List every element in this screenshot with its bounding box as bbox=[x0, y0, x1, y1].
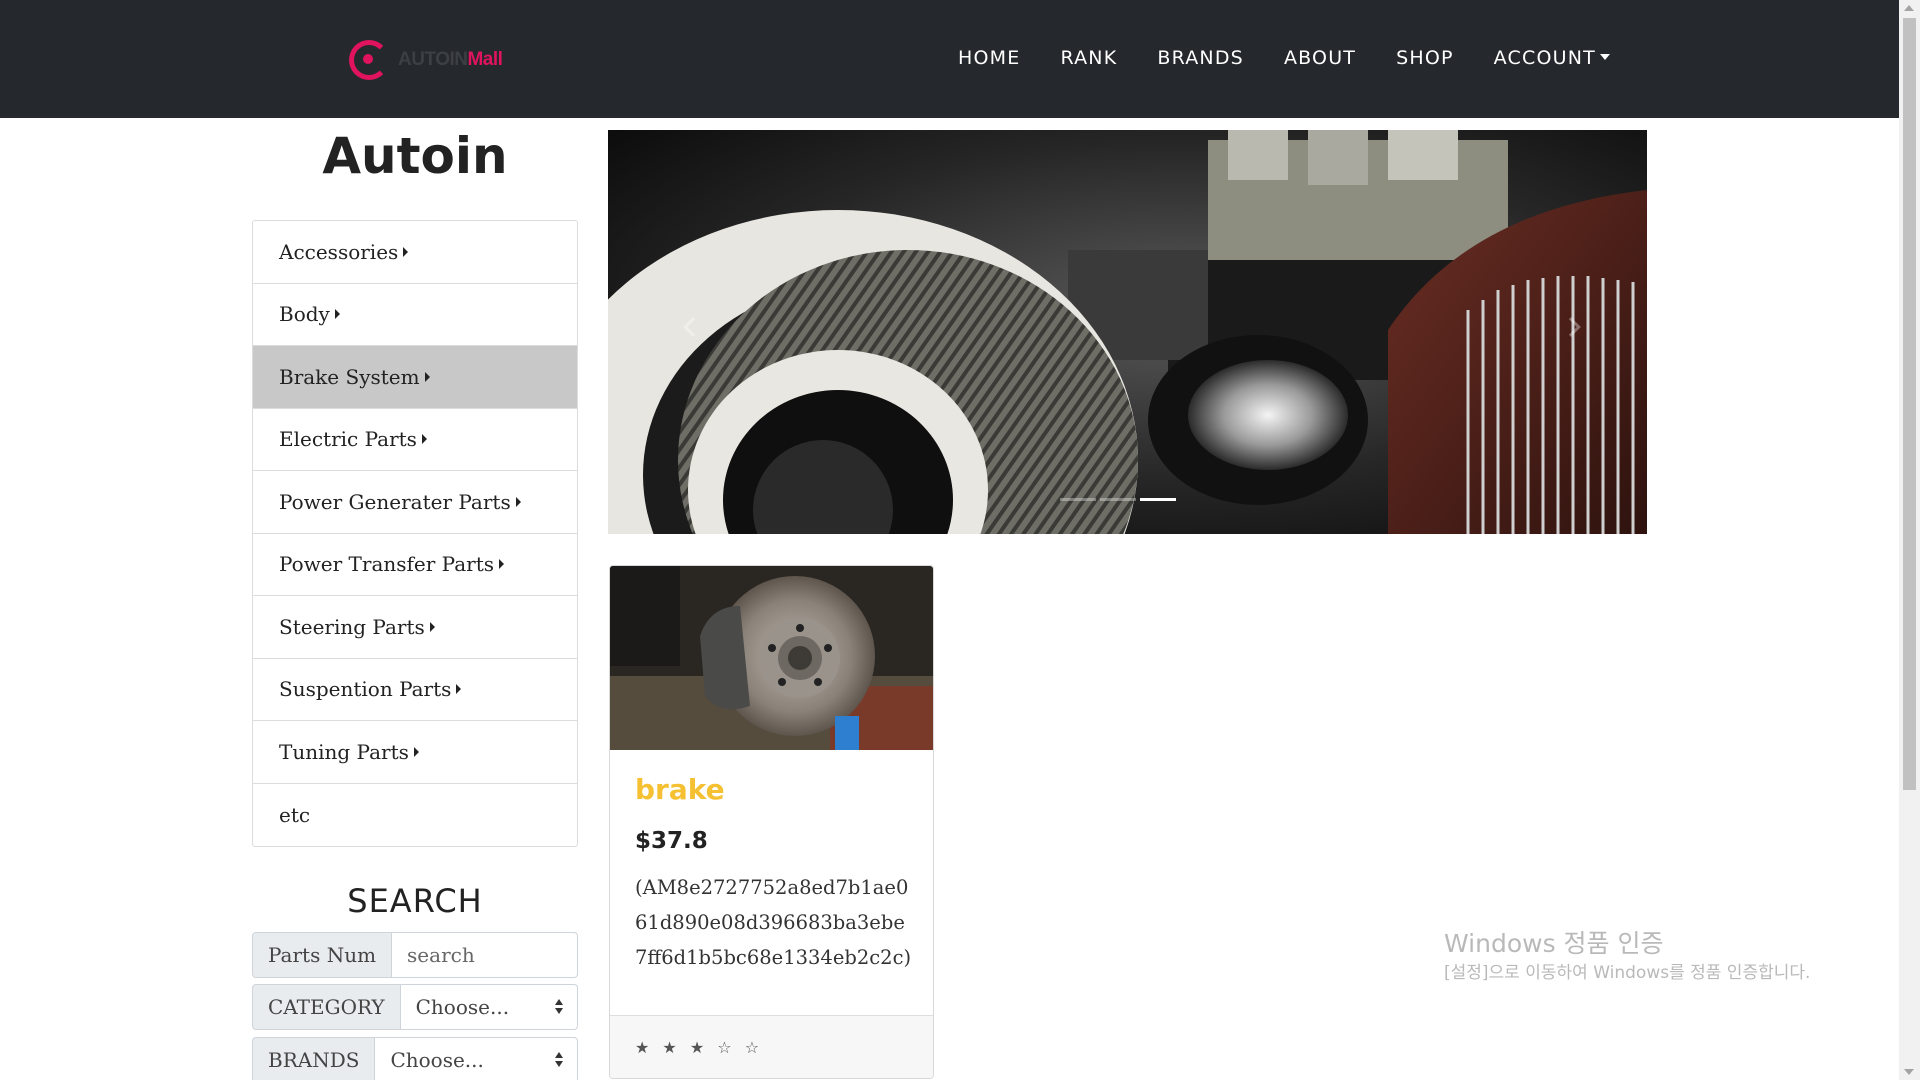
nav-shop[interactable]: SHOP bbox=[1396, 47, 1454, 69]
parts-search-input[interactable]: search bbox=[392, 932, 578, 978]
caret-right-icon bbox=[429, 621, 435, 632]
caret-right-icon bbox=[456, 684, 462, 695]
select-arrows-icon bbox=[555, 999, 563, 1014]
category-label: Power Generater Parts bbox=[279, 489, 511, 514]
parts-num-label: Parts Num bbox=[252, 932, 393, 978]
caret-right-icon bbox=[334, 309, 340, 320]
caret-right-icon bbox=[413, 746, 419, 757]
category-item-tuning-parts[interactable]: Tuning Parts bbox=[253, 721, 577, 784]
category-label: Suspention Parts bbox=[279, 677, 452, 702]
star-rating-icon: ★ ★ ★ ☆ ☆ bbox=[635, 1038, 764, 1057]
windows-activation-subtitle: [설정]으로 이동하여 Windows를 정품 인증합니다. bbox=[1444, 963, 1811, 983]
logo-text: AUTOINMall bbox=[398, 49, 503, 70]
nav-rank[interactable]: RANK bbox=[1060, 47, 1117, 69]
sidebar-title: Autoin bbox=[322, 127, 508, 185]
category-item-power-transfer-parts[interactable]: Power Transfer Parts bbox=[253, 534, 577, 596]
category-label: Steering Parts bbox=[279, 614, 425, 639]
product-image[interactable] bbox=[610, 566, 933, 750]
nav-account-label: ACCOUNT bbox=[1493, 47, 1596, 69]
nav-about[interactable]: ABOUT bbox=[1284, 47, 1356, 69]
category-item-steering-parts[interactable]: Steering Parts bbox=[253, 596, 577, 659]
search-heading: SEARCH bbox=[347, 882, 483, 920]
caret-right-icon bbox=[515, 496, 521, 507]
parts-num-field: Parts Num search bbox=[252, 932, 578, 978]
category-label: Body bbox=[279, 302, 330, 327]
caret-down-icon bbox=[1599, 54, 1610, 60]
category-label: Accessories bbox=[279, 239, 399, 264]
site-logo[interactable]: AUTOINMall bbox=[349, 40, 503, 80]
page-scrollbar[interactable] bbox=[1899, 0, 1920, 1080]
carousel-indicator-active[interactable] bbox=[1140, 498, 1176, 501]
product-card-footer: ★ ★ ★ ☆ ☆ bbox=[610, 1015, 933, 1078]
category-item-body[interactable]: Body bbox=[253, 284, 577, 346]
category-item-etc[interactable]: etc bbox=[253, 784, 577, 847]
product-card[interactable]: brake $37.8 (AM8e2727752a8ed7b1ae061d890… bbox=[609, 565, 934, 1079]
windows-activation-title: Windows 정품 인증 bbox=[1444, 929, 1664, 958]
category-label: Electric Parts bbox=[279, 427, 417, 452]
category-item-power-generater-parts[interactable]: Power Generater Parts bbox=[253, 471, 577, 534]
brands-select[interactable]: Choose... bbox=[375, 1037, 578, 1080]
nav-brands[interactable]: BRANDS bbox=[1157, 47, 1244, 69]
scrollbar-thumb[interactable] bbox=[1903, 18, 1916, 790]
category-item-brake-system[interactable]: Brake System bbox=[253, 346, 577, 409]
caret-right-icon bbox=[421, 434, 427, 445]
nav-home[interactable]: HOME bbox=[958, 47, 1020, 69]
category-menu: Accessories Body Brake System Electric P… bbox=[252, 220, 578, 847]
product-price: $37.8 bbox=[635, 828, 708, 854]
caret-right-icon bbox=[403, 246, 409, 257]
select-arrows-icon bbox=[555, 1052, 563, 1067]
brands-select-label: BRANDS bbox=[252, 1037, 376, 1080]
caret-right-icon bbox=[499, 559, 505, 570]
category-label: etc bbox=[279, 802, 311, 827]
category-select[interactable]: Choose... bbox=[400, 984, 578, 1030]
category-select-value: Choose... bbox=[415, 995, 510, 1019]
category-label: Tuning Parts bbox=[279, 739, 409, 764]
carousel-indicators bbox=[1058, 498, 1178, 501]
scroll-up-arrow-icon[interactable] bbox=[1904, 5, 1914, 11]
logo-icon bbox=[349, 40, 389, 80]
category-item-suspention-parts[interactable]: Suspention Parts bbox=[253, 659, 577, 721]
brands-select-value: Choose... bbox=[390, 1048, 484, 1072]
category-label: Brake System bbox=[279, 364, 420, 389]
product-code: (AM8e2727752a8ed7b1ae061d890e08d396683ba… bbox=[635, 876, 912, 969]
carousel-slide-image bbox=[608, 130, 1647, 534]
brands-field: BRANDS Choose... bbox=[252, 1037, 578, 1080]
top-navbar: AUTOINMall HOME RANK BRANDS ABOUT SHOP A… bbox=[0, 0, 1899, 118]
category-item-electric-parts[interactable]: Electric Parts bbox=[253, 409, 577, 471]
scroll-down-arrow-icon[interactable] bbox=[1904, 1069, 1914, 1075]
category-label: Power Transfer Parts bbox=[279, 552, 495, 577]
category-field: CATEGORY Choose... bbox=[252, 984, 578, 1030]
carousel-indicator[interactable] bbox=[1100, 498, 1136, 501]
nav-account-dropdown[interactable]: ACCOUNT bbox=[1494, 47, 1610, 69]
main-nav: HOME RANK BRANDS ABOUT SHOP ACCOUNT bbox=[958, 47, 1650, 69]
product-title[interactable]: brake bbox=[635, 773, 725, 806]
caret-right-icon bbox=[424, 371, 430, 382]
hero-carousel[interactable] bbox=[608, 130, 1647, 534]
category-select-label: CATEGORY bbox=[252, 984, 401, 1030]
category-item-accessories[interactable]: Accessories bbox=[253, 221, 577, 284]
carousel-indicator[interactable] bbox=[1060, 498, 1096, 501]
